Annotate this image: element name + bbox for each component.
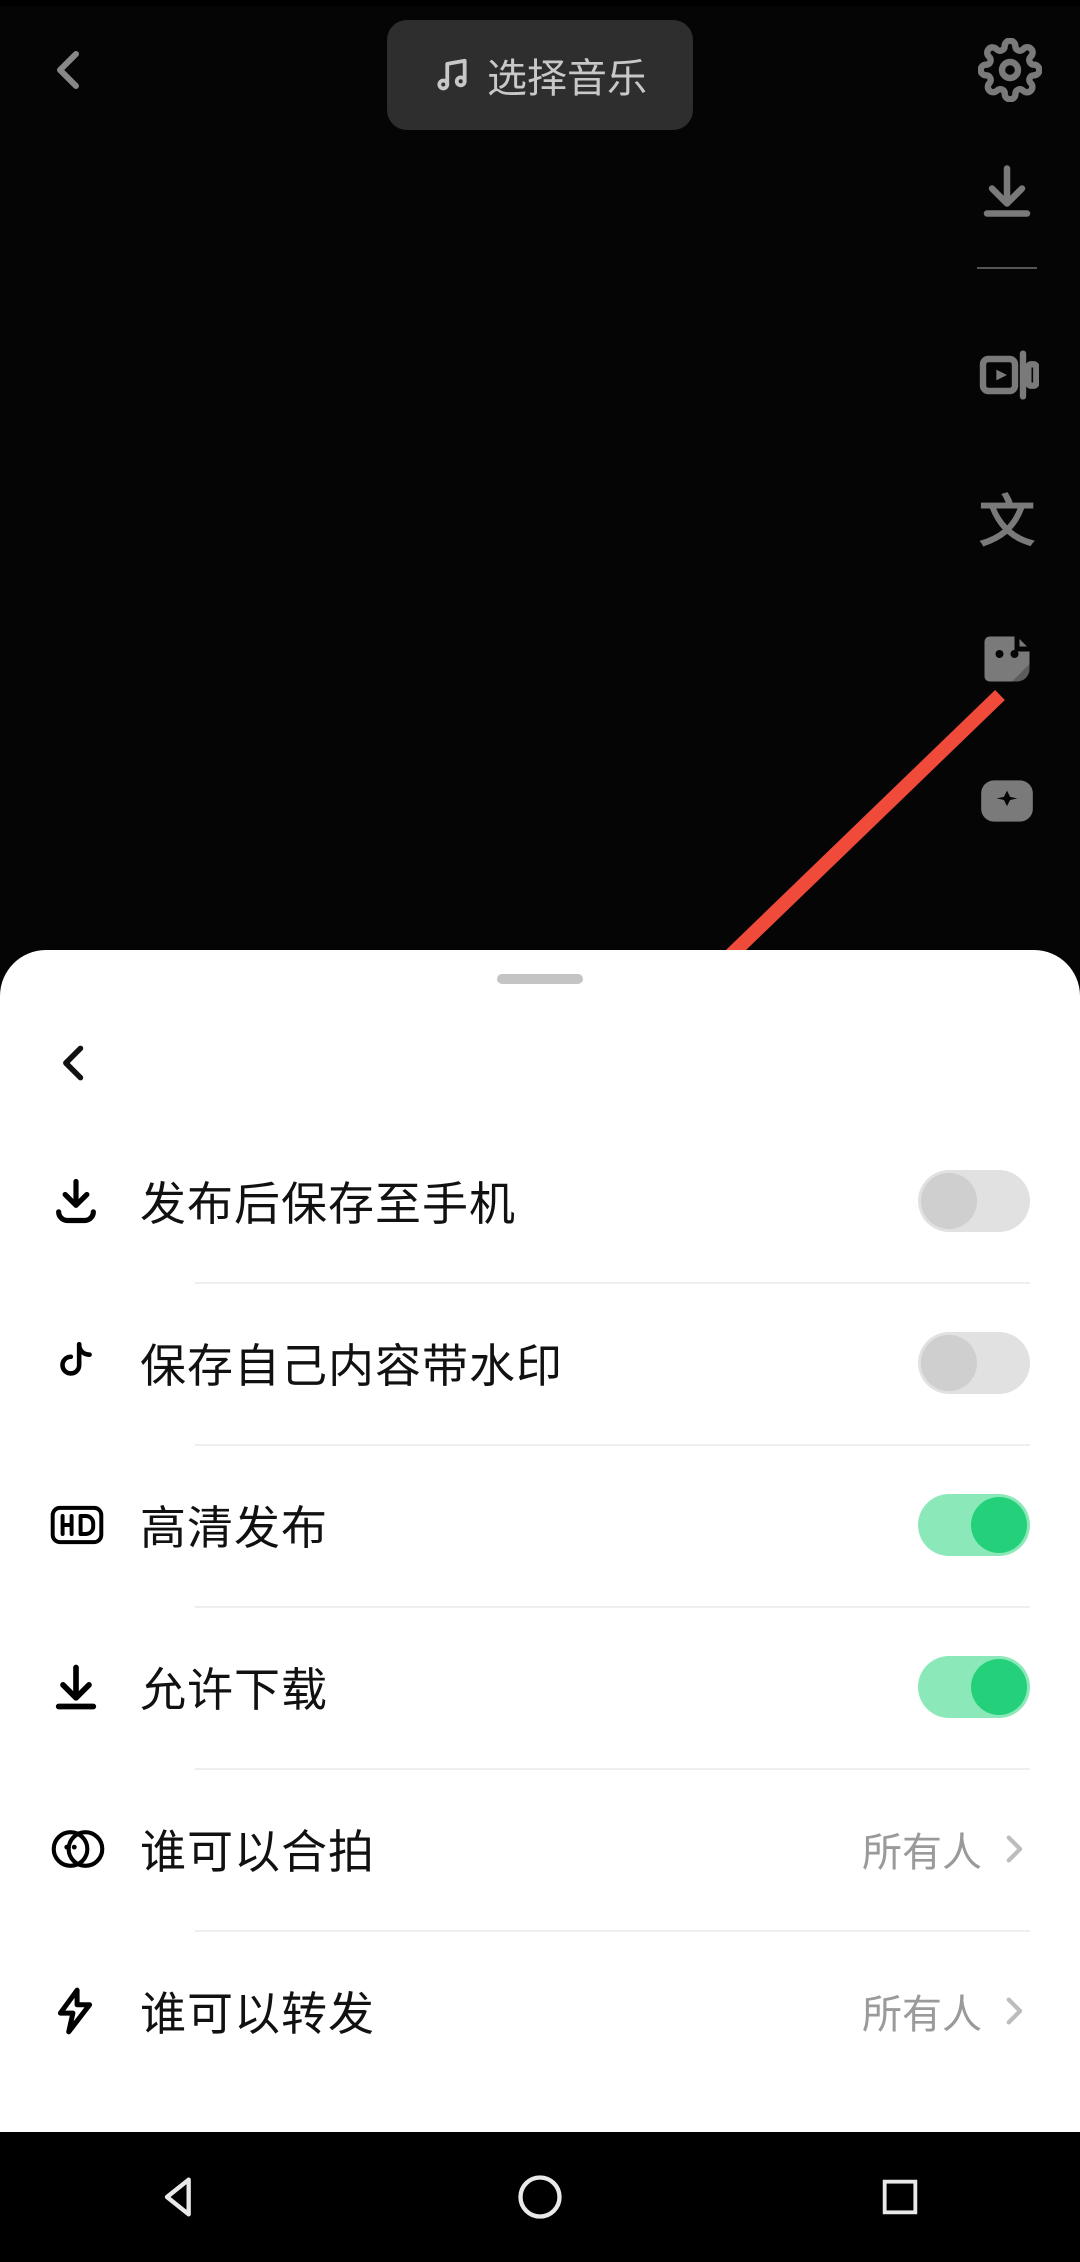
chevron-left-icon [53,1041,97,1085]
row-allow-download[interactable]: 允许下载 [50,1606,1030,1768]
save-to-phone-icon [50,1175,102,1227]
nav-recents[interactable] [865,2162,935,2232]
row-who-can-duet[interactable]: 谁可以合拍 所有人 [50,1768,1030,1930]
row-value: 所有人 [862,1982,982,2040]
chevron-right-icon [996,1832,1030,1866]
toggle-watermark[interactable] [918,1332,1030,1394]
toggle-allow-download[interactable] [918,1656,1030,1718]
row-who-can-forward[interactable]: 谁可以转发 所有人 [50,1930,1030,2092]
row-label: 高清发布 [140,1492,918,1558]
select-music-button[interactable]: 选择音乐 [387,20,693,130]
douyin-icon [50,1338,100,1388]
nav-recents-icon [877,2174,923,2220]
side-effects-button[interactable] [971,765,1043,837]
toggle-save-to-phone[interactable] [918,1170,1030,1232]
side-toolbar-divider [977,267,1037,269]
row-label: 谁可以合拍 [140,1816,862,1882]
side-template-button[interactable] [971,339,1043,411]
side-download-button[interactable] [971,155,1043,227]
gear-icon [978,38,1042,102]
row-label: 保存自己内容带水印 [140,1330,918,1396]
row-value: 所有人 [862,1820,982,1878]
row-label: 允许下载 [140,1654,918,1720]
settings-button[interactable] [970,30,1050,110]
nav-back-icon [154,2171,206,2223]
editor-side-toolbar: 文 [962,155,1052,837]
toggle-hd[interactable] [918,1494,1030,1556]
row-label: 发布后保存至手机 [140,1168,918,1234]
select-music-label: 选择音乐 [487,46,647,104]
forward-icon [50,1986,100,2036]
text-icon: 文 [979,477,1035,558]
row-label: 谁可以转发 [140,1978,862,2044]
publish-settings-sheet: 发布后保存至手机 保存自己内容带水印 [0,950,1080,2132]
row-hd-publish[interactable]: 高清发布 [50,1444,1030,1606]
sheet-grabber[interactable] [497,974,583,984]
row-save-to-phone[interactable]: 发布后保存至手机 [50,1120,1030,1282]
download-icon [977,161,1037,221]
music-icon [433,56,471,94]
back-button[interactable] [30,30,110,110]
sticker-icon [977,629,1037,689]
duet-icon [50,1825,106,1873]
download-icon [50,1661,102,1713]
row-save-with-watermark[interactable]: 保存自己内容带水印 [50,1282,1030,1444]
sheet-back-button[interactable] [40,1028,110,1098]
hd-icon [50,1504,104,1546]
nav-home[interactable] [505,2162,575,2232]
nav-home-icon [514,2171,566,2223]
side-sticker-button[interactable] [971,623,1043,695]
side-text-button[interactable]: 文 [971,481,1043,553]
system-navigation-bar [0,2132,1080,2262]
video-template-icon [975,343,1039,407]
chevron-right-icon [996,1994,1030,2028]
effects-icon [976,770,1038,832]
nav-back[interactable] [145,2162,215,2232]
